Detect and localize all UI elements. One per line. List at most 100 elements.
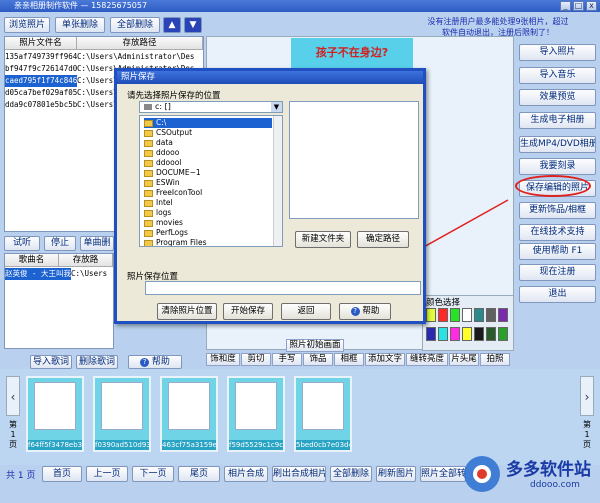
clear-location-button[interactable]: 清除照片位置 xyxy=(157,303,217,320)
burn-button[interactable]: 我要刻录 xyxy=(519,158,596,175)
delete-one-button[interactable]: 单张删除 xyxy=(55,17,105,33)
photo-col-name[interactable]: 照片文件名 xyxy=(5,37,77,50)
tab-saturation[interactable]: 饰和度 xyxy=(206,353,240,366)
folder-icon xyxy=(144,229,153,237)
move-up-button[interactable]: ▲ xyxy=(163,17,181,33)
color-swatch[interactable] xyxy=(462,308,472,322)
new-folder-button[interactable]: 新建文件夹 xyxy=(295,231,351,248)
preview-effect-button[interactable]: 效果预览 xyxy=(519,89,596,106)
scroll-left-icon[interactable]: ‹ xyxy=(6,376,20,416)
color-swatch[interactable] xyxy=(426,327,436,341)
delete-song-button[interactable]: 单曲删 xyxy=(80,236,114,251)
folder-tree[interactable]: C:\ CSOutput data ddooo ddoool DOCUME~1 ESWin F… xyxy=(139,115,283,247)
music-col-name[interactable]: 歌曲名 xyxy=(5,254,59,267)
help-f1-button[interactable]: 使用帮助 F1 xyxy=(519,243,596,260)
folder-item[interactable]: C:\ xyxy=(144,118,272,128)
tab-handwrite[interactable]: 手写 xyxy=(272,353,302,366)
color-swatch[interactable] xyxy=(486,308,496,322)
folder-item[interactable]: ESWin xyxy=(144,178,180,188)
generate-mp4-button[interactable]: 生成MP4/DVD相册 xyxy=(519,136,596,153)
import-photos-button[interactable]: 导入照片 xyxy=(519,44,596,61)
folder-item[interactable]: FreeIconTool xyxy=(144,188,202,198)
folder-item[interactable]: data xyxy=(144,138,173,148)
next-page-button[interactable]: 下一页 xyxy=(132,466,174,482)
folder-item[interactable]: Program Files xyxy=(144,238,207,246)
refresh-compose-button[interactable]: 刷出合成相片 xyxy=(272,466,326,482)
folder-label: ESWin xyxy=(156,178,180,187)
folder-item[interactable]: CSOutput xyxy=(144,128,192,138)
tab-title-end[interactable]: 片头尾 xyxy=(449,353,479,366)
color-swatch[interactable] xyxy=(450,308,460,322)
refresh-pics-button[interactable]: 刷新图片 xyxy=(376,466,416,482)
table-row[interactable]: 赵英俊 - 大王叫我C:\Users xyxy=(5,268,113,280)
color-swatch[interactable] xyxy=(426,308,436,322)
color-swatch[interactable] xyxy=(450,327,460,341)
thumbnail[interactable]: 5bed0cb7e03d4bc xyxy=(294,376,352,452)
move-down-button[interactable]: ▼ xyxy=(184,17,202,33)
thumbnail[interactable]: 463cf75a3159ef54 xyxy=(160,376,218,452)
photo-path: C:\Users\Administrator\Des xyxy=(77,52,195,61)
drive-select[interactable]: c: [] ▼ xyxy=(139,101,283,113)
listen-button[interactable]: 试听 xyxy=(4,236,40,251)
folder-item[interactable]: logs xyxy=(144,208,171,218)
folder-item[interactable]: ddooo xyxy=(144,148,179,158)
color-swatch[interactable] xyxy=(462,327,472,341)
delete-all-button[interactable]: 全部删除 xyxy=(110,17,160,33)
folder-item[interactable]: movies xyxy=(144,218,183,228)
save-location-input[interactable] xyxy=(145,281,421,295)
tab-crop[interactable]: 剪切 xyxy=(241,353,271,366)
scroll-right-icon[interactable]: › xyxy=(580,376,594,416)
dialog-help-button[interactable]: ? 帮助 xyxy=(339,303,391,320)
color-swatch[interactable] xyxy=(438,308,448,322)
color-swatch[interactable] xyxy=(498,308,508,322)
thumbnail[interactable]: f0390ad510d93bfc xyxy=(93,376,151,452)
delete-all-thumbs-button[interactable]: 全部删除 xyxy=(330,466,372,482)
minimize-icon[interactable]: _ xyxy=(560,1,571,11)
thumbnail[interactable]: f64ff5f3478eb32e5 xyxy=(26,376,84,452)
color-swatch[interactable] xyxy=(474,327,484,341)
start-save-button[interactable]: 开始保存 xyxy=(223,303,273,320)
folder-item[interactable]: ddoool xyxy=(144,158,181,168)
folder-item[interactable]: DOCUME~1 xyxy=(144,168,201,178)
import-music-button[interactable]: 导入音乐 xyxy=(519,67,596,84)
tab-brightness[interactable]: 缝转亮度 xyxy=(406,353,448,366)
first-page-button[interactable]: 首页 xyxy=(42,466,82,482)
tab-frames[interactable]: 相框 xyxy=(334,353,364,366)
music-list[interactable]: 歌曲名 存放路 赵英俊 - 大王叫我C:\Users xyxy=(4,253,114,349)
tab-ornaments[interactable]: 饰品 xyxy=(303,353,333,366)
color-swatch[interactable] xyxy=(486,327,496,341)
chevron-down-icon[interactable]: ▼ xyxy=(271,102,282,112)
folder-item[interactable]: PerfLogs xyxy=(144,228,188,238)
tab-add-text[interactable]: 添加文字 xyxy=(365,353,405,366)
online-support-button[interactable]: 在线技术支持 xyxy=(519,224,596,241)
folder-label: DOCUME~1 xyxy=(156,168,201,177)
color-swatch[interactable] xyxy=(438,327,448,341)
generate-album-button[interactable]: 生成电子相册 xyxy=(519,112,596,129)
browse-photos-button[interactable]: 浏览照片 xyxy=(4,17,50,33)
tab-initial-screen[interactable]: 照片初始画面 xyxy=(286,339,344,352)
delete-lyrics-button[interactable]: 删除歌词 xyxy=(76,355,118,369)
color-swatch[interactable] xyxy=(498,327,508,341)
last-page-button[interactable]: 尾页 xyxy=(178,466,220,482)
update-ornaments-button[interactable]: 更新饰品/相框 xyxy=(519,202,596,219)
folder-item[interactable]: Intel xyxy=(144,198,173,208)
maximize-icon[interactable]: □ xyxy=(573,1,584,11)
color-swatch[interactable] xyxy=(474,308,484,322)
music-col-path[interactable]: 存放路 xyxy=(59,254,113,267)
confirm-path-button[interactable]: 确定路径 xyxy=(357,231,409,248)
register-button[interactable]: 现在注册 xyxy=(519,264,596,281)
back-button[interactable]: 返回 xyxy=(281,303,331,320)
photo-col-path[interactable]: 存放路径 xyxy=(77,37,203,50)
close-icon[interactable]: x xyxy=(586,1,597,11)
tab-photo[interactable]: 拍照 xyxy=(480,353,510,366)
import-lyrics-button[interactable]: 导入歌词 xyxy=(30,355,72,369)
color-picker-title: 颜色选择 xyxy=(426,298,461,308)
table-row[interactable]: 135af749739ff964C:\Users\Administrator\D… xyxy=(5,51,203,63)
folder-scrollbar[interactable] xyxy=(273,116,282,246)
thumbnail[interactable]: f59d5529c1c9c31 xyxy=(227,376,285,452)
exit-button[interactable]: 退出 xyxy=(519,286,596,303)
prev-page-button[interactable]: 上一页 xyxy=(86,466,128,482)
stop-button[interactable]: 停止 xyxy=(44,236,76,251)
compose-button[interactable]: 相片合成 xyxy=(224,466,268,482)
lyrics-help-button[interactable]: ? 帮助 xyxy=(128,355,182,369)
